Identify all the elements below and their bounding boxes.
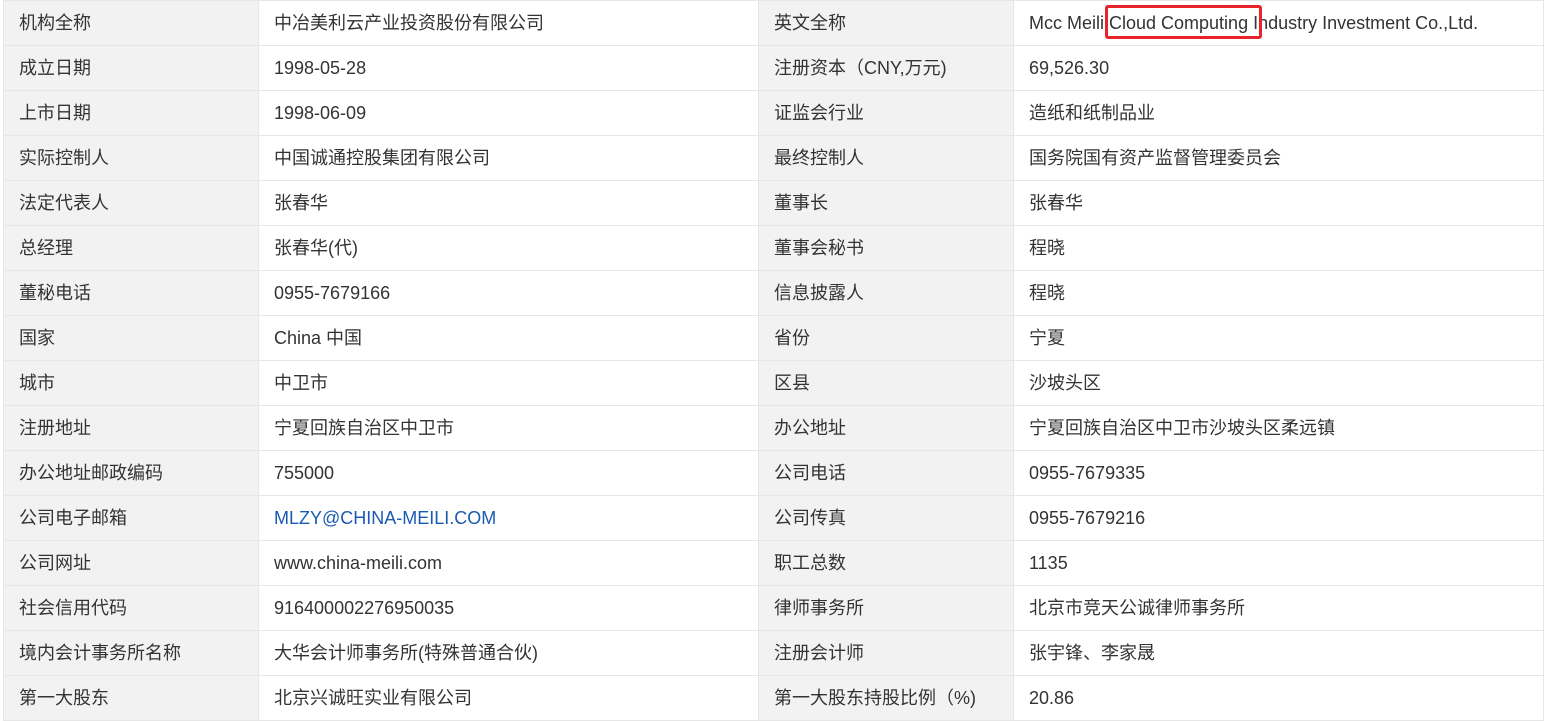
field-label: 董事会秘书	[758, 225, 1014, 271]
highlighted-text: Cloud Computing	[1105, 5, 1262, 39]
field-label: 律师事务所	[758, 585, 1014, 631]
table-row: 实际控制人 中国诚通控股集团有限公司 最终控制人 国务院国有资产监督管理委员会	[3, 135, 1544, 181]
email-link[interactable]: MLZY@CHINA-MEILI.COM	[274, 508, 496, 528]
table-row: 城市 中卫市 区县 沙坡头区	[3, 360, 1544, 406]
field-label: 城市	[3, 360, 259, 406]
field-label: 英文全称	[758, 0, 1014, 46]
field-value-english-name: Mcc Meili Cloud Computing Industry Inves…	[1013, 0, 1544, 46]
field-value: 张春华	[1013, 180, 1544, 226]
field-label: 信息披露人	[758, 270, 1014, 316]
field-value-website: www.china-meili.com	[258, 540, 759, 586]
field-value: 1998-06-09	[258, 90, 759, 136]
table-row: 公司电子邮箱 MLZY@CHINA-MEILI.COM 公司传真 0955-76…	[3, 495, 1544, 541]
field-label: 第一大股东持股比例（%)	[758, 675, 1014, 721]
field-label: 注册资本（CNY,万元)	[758, 45, 1014, 91]
table-row: 社会信用代码 916400002276950035 律师事务所 北京市竞天公诚律…	[3, 585, 1544, 631]
field-label: 公司网址	[3, 540, 259, 586]
field-value: 0955-7679335	[1013, 450, 1544, 496]
field-value: 中卫市	[258, 360, 759, 406]
field-value: 宁夏	[1013, 315, 1544, 361]
field-label: 公司电子邮箱	[3, 495, 259, 541]
company-info-table: 机构全称 中冶美利云产业投资股份有限公司 英文全称 Mcc Meili Clou…	[3, 0, 1544, 721]
field-label: 区县	[758, 360, 1014, 406]
field-value: 沙坡头区	[1013, 360, 1544, 406]
field-label: 省份	[758, 315, 1014, 361]
field-value: 大华会计师事务所(特殊普通合伙)	[258, 630, 759, 676]
field-value: 20.86	[1013, 675, 1544, 721]
field-label: 境内会计事务所名称	[3, 630, 259, 676]
field-label: 法定代表人	[3, 180, 259, 226]
table-row: 办公地址邮政编码 755000 公司电话 0955-7679335	[3, 450, 1544, 496]
table-row: 上市日期 1998-06-09 证监会行业 造纸和纸制品业	[3, 90, 1544, 136]
field-label: 公司传真	[758, 495, 1014, 541]
field-label: 成立日期	[3, 45, 259, 91]
english-name-prefix: Mcc Meili	[1029, 13, 1109, 33]
field-value: 张春华(代)	[258, 225, 759, 271]
field-label: 最终控制人	[758, 135, 1014, 181]
field-label: 注册会计师	[758, 630, 1014, 676]
field-label: 国家	[3, 315, 259, 361]
field-label: 职工总数	[758, 540, 1014, 586]
field-value: 宁夏回族自治区中卫市	[258, 405, 759, 451]
field-value: 755000	[258, 450, 759, 496]
table-row: 法定代表人 张春华 董事长 张春华	[3, 180, 1544, 226]
table-row: 公司网址 www.china-meili.com 职工总数 1135	[3, 540, 1544, 586]
field-value: 69,526.30	[1013, 45, 1544, 91]
table-row: 董秘电话 0955-7679166 信息披露人 程晓	[3, 270, 1544, 316]
field-value: 北京市竞天公诚律师事务所	[1013, 585, 1544, 631]
table-row: 第一大股东 北京兴诚旺实业有限公司 第一大股东持股比例（%) 20.86	[3, 675, 1544, 721]
field-value: 造纸和纸制品业	[1013, 90, 1544, 136]
field-value: 中国诚通控股集团有限公司	[258, 135, 759, 181]
highlighted-phrase: Cloud Computing	[1109, 13, 1249, 33]
field-value: 程晓	[1013, 270, 1544, 316]
field-value: 程晓	[1013, 225, 1544, 271]
table-row: 总经理 张春华(代) 董事会秘书 程晓	[3, 225, 1544, 271]
field-label: 实际控制人	[3, 135, 259, 181]
field-value: 0955-7679166	[258, 270, 759, 316]
english-name-suffix: Industry Investment Co.,Ltd.	[1248, 13, 1479, 33]
field-value: 张春华	[258, 180, 759, 226]
field-label: 机构全称	[3, 0, 259, 46]
field-label: 公司电话	[758, 450, 1014, 496]
field-value: 1135	[1013, 540, 1544, 586]
email-cell: MLZY@CHINA-MEILI.COM	[258, 495, 759, 541]
table-row: 注册地址 宁夏回族自治区中卫市 办公地址 宁夏回族自治区中卫市沙坡头区柔远镇	[3, 405, 1544, 451]
field-value: 张宇锋、李家晟	[1013, 630, 1544, 676]
field-label: 上市日期	[3, 90, 259, 136]
field-value: 916400002276950035	[258, 585, 759, 631]
field-value: 宁夏回族自治区中卫市沙坡头区柔远镇	[1013, 405, 1544, 451]
field-label: 董事长	[758, 180, 1014, 226]
table-row: 国家 China 中国 省份 宁夏	[3, 315, 1544, 361]
table-row: 成立日期 1998-05-28 注册资本（CNY,万元) 69,526.30	[3, 45, 1544, 91]
field-label: 办公地址邮政编码	[3, 450, 259, 496]
field-value: 北京兴诚旺实业有限公司	[258, 675, 759, 721]
field-label: 董秘电话	[3, 270, 259, 316]
table-row: 境内会计事务所名称 大华会计师事务所(特殊普通合伙) 注册会计师 张宇锋、李家晟	[3, 630, 1544, 676]
field-label: 证监会行业	[758, 90, 1014, 136]
field-value: China 中国	[258, 315, 759, 361]
field-label: 办公地址	[758, 405, 1014, 451]
field-value: 中冶美利云产业投资股份有限公司	[258, 0, 759, 46]
field-label: 第一大股东	[3, 675, 259, 721]
field-label: 社会信用代码	[3, 585, 259, 631]
field-value: 国务院国有资产监督管理委员会	[1013, 135, 1544, 181]
field-value: 0955-7679216	[1013, 495, 1544, 541]
field-label: 注册地址	[3, 405, 259, 451]
table-row: 机构全称 中冶美利云产业投资股份有限公司 英文全称 Mcc Meili Clou…	[3, 0, 1544, 46]
field-value: 1998-05-28	[258, 45, 759, 91]
field-label: 总经理	[3, 225, 259, 271]
